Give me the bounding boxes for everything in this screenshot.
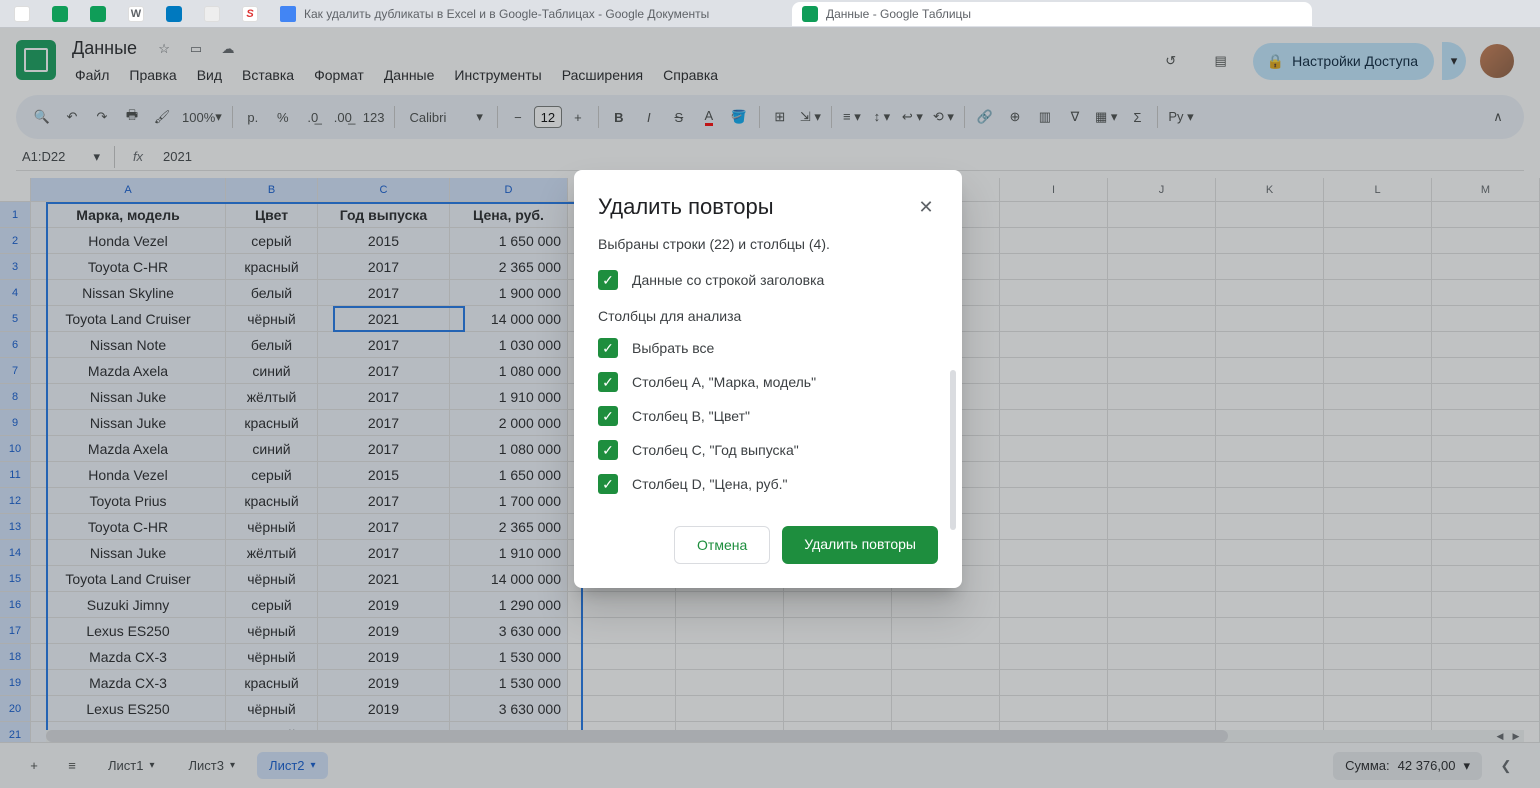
dialog-subtitle: Выбраны строки (22) и столбцы (4). — [598, 236, 938, 252]
tab-docs-title: Как удалить дубликаты в Excel и в Google… — [304, 7, 709, 21]
tab-current[interactable]: Данные - Google Таблицы — [792, 2, 1312, 26]
tab-w[interactable]: W — [118, 2, 154, 26]
checkbox-col-d[interactable]: ✓ — [598, 474, 618, 494]
cancel-button[interactable]: Отмена — [674, 526, 770, 564]
confirm-button[interactable]: Удалить повторы — [782, 526, 938, 564]
checkbox-select-all[interactable]: ✓ — [598, 338, 618, 358]
tab-zigzag[interactable]: S — [232, 2, 268, 26]
label-col-c: Столбец C, "Год выпуска" — [632, 442, 799, 458]
tab-trello[interactable] — [156, 2, 192, 26]
tab-sheets-1[interactable] — [42, 2, 78, 26]
checkbox-col-c[interactable]: ✓ — [598, 440, 618, 460]
close-icon[interactable]: ✕ — [914, 195, 938, 219]
remove-duplicates-dialog: Удалить повторы ✕ Выбраны строки (22) и … — [574, 170, 962, 588]
tab-other-1[interactable] — [194, 2, 230, 26]
section-columns: Столбцы для анализа — [598, 308, 938, 324]
dialog-title: Удалить повторы — [598, 194, 914, 220]
label-col-a: Столбец A, "Марка, модель" — [632, 374, 816, 390]
checkbox-col-b[interactable]: ✓ — [598, 406, 618, 426]
tab-docs[interactable]: Как удалить дубликаты в Excel и в Google… — [270, 2, 790, 26]
tab-sheets-2[interactable] — [80, 2, 116, 26]
browser-tab-strip: W S Как удалить дубликаты в Excel и в Go… — [0, 0, 1540, 28]
checkbox-header-row[interactable]: ✓ — [598, 270, 618, 290]
tab-current-title: Данные - Google Таблицы — [826, 7, 971, 21]
checkbox-col-a[interactable]: ✓ — [598, 372, 618, 392]
dialog-scrollbar[interactable] — [950, 370, 956, 530]
label-header-row: Данные со строкой заголовка — [632, 272, 824, 288]
label-col-d: Столбец D, "Цена, руб." — [632, 476, 788, 492]
label-select-all: Выбрать все — [632, 340, 714, 356]
label-col-b: Столбец B, "Цвет" — [632, 408, 750, 424]
tab-google[interactable] — [4, 2, 40, 26]
